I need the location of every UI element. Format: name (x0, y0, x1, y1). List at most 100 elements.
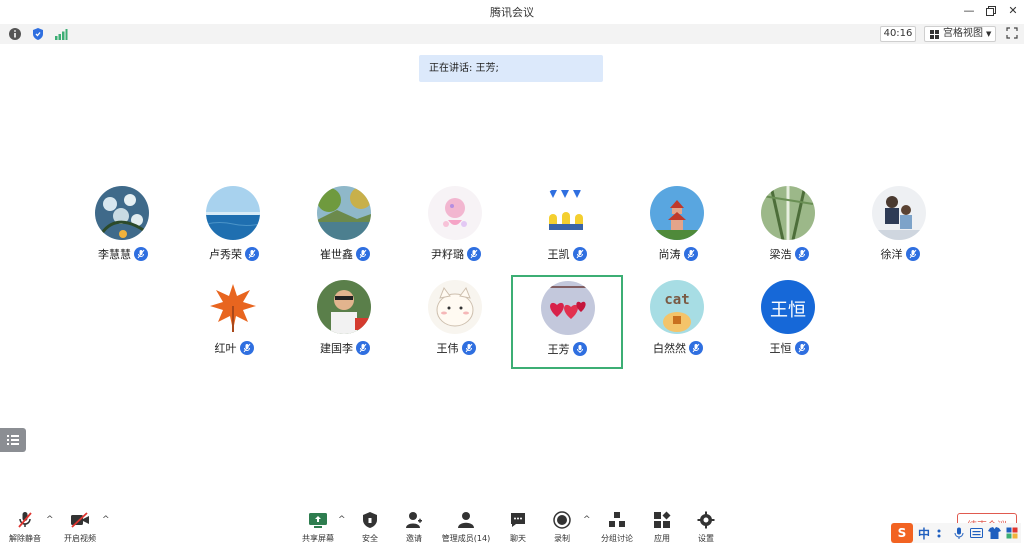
avatar-text: 王恒 (770, 300, 806, 321)
camera-off-icon (71, 512, 89, 528)
participant-name: 尚涛 (623, 246, 733, 262)
share-screen-label: 共享屏幕 (302, 534, 334, 543)
participant-tile[interactable]: 李慧慧 (68, 186, 178, 278)
chevron-up-icon[interactable]: ^ (583, 515, 591, 525)
share-screen-button[interactable]: 共享屏幕 (298, 511, 338, 545)
avatar: cat (650, 280, 704, 334)
participant-tile[interactable]: 卢秀荣 (179, 186, 289, 278)
chat-label: 聊天 (510, 534, 526, 543)
svg-text:cat: cat (664, 292, 689, 308)
invite-button[interactable]: 邀请 (400, 511, 428, 545)
avatar (539, 186, 593, 240)
meeting-toolbar: 40:16 宫格视图 ▼ (0, 24, 1024, 44)
mic-muted-icon (18, 512, 32, 528)
participant-name: 红叶 (179, 340, 289, 356)
chevron-up-icon[interactable]: ^ (46, 515, 54, 525)
avatar (872, 186, 926, 240)
member-list-toggle[interactable] (0, 428, 26, 452)
participant-name: 建国李 (290, 340, 400, 356)
ime-mode-toggle[interactable]: 中 (918, 525, 930, 542)
info-icon[interactable] (8, 27, 22, 41)
record-button[interactable]: 录制 (548, 511, 576, 545)
settings-button[interactable]: 设置 (692, 511, 720, 545)
participant-tile[interactable]: 王恒 王恒 (734, 280, 844, 372)
mic-icon (794, 341, 809, 355)
restore-icon[interactable] (980, 2, 1002, 20)
mic-icon (467, 247, 481, 261)
mic-icon (572, 247, 587, 261)
participant-tile-active-speaker[interactable]: 王芳 (511, 275, 623, 369)
shield-icon[interactable] (31, 27, 45, 41)
chevron-up-icon[interactable]: ^ (338, 515, 346, 525)
unmute-button[interactable]: 解除静音 (6, 511, 44, 545)
mic-icon (683, 247, 698, 261)
apps-button[interactable]: 应用 (648, 511, 676, 545)
participant-name: 李慧慧 (68, 246, 178, 262)
record-label: 录制 (554, 534, 570, 543)
avatar (541, 281, 595, 335)
signal-icon[interactable] (54, 27, 68, 41)
breakout-label: 分组讨论 (601, 534, 633, 543)
invite-label: 邀请 (406, 534, 422, 543)
mic-icon (689, 341, 703, 355)
window-title: 腾讯会议 (490, 6, 534, 19)
chat-button[interactable]: 聊天 (504, 511, 532, 545)
chevron-down-icon: ▼ (986, 30, 992, 38)
view-mode-dropdown[interactable]: 宫格视图 ▼ (924, 26, 996, 42)
bottom-control-bar: 解除静音 ^ 开启视频 ^ 共享屏幕 ^ 安全 邀请 管理成员(14) 聊天 录… (0, 505, 1024, 545)
skin-icon[interactable] (988, 527, 1001, 539)
speaking-indicator: 正在讲话: 王芳; (419, 55, 603, 82)
breakout-button[interactable]: 分组讨论 (598, 511, 636, 545)
participant-name: 崔世鑫 (290, 246, 400, 262)
mic-icon (461, 341, 476, 355)
chat-icon (511, 513, 525, 527)
participant-tile[interactable]: 红叶 (179, 280, 289, 372)
sogou-logo[interactable]: S (891, 523, 913, 543)
keyboard-icon[interactable] (970, 527, 983, 539)
toolbox-icon[interactable] (1006, 527, 1018, 539)
minimize-icon[interactable]: — (958, 2, 980, 20)
avatar (95, 186, 149, 240)
participant-tile[interactable]: 崔世鑫 (290, 186, 400, 278)
mic-icon (905, 247, 920, 261)
mic-icon (356, 341, 370, 355)
avatar (650, 186, 704, 240)
record-icon (553, 511, 571, 529)
breakout-icon (609, 512, 625, 527)
fullscreen-icon[interactable] (1006, 27, 1018, 39)
avatar (761, 186, 815, 240)
participant-tile[interactable]: cat 白然然 (623, 280, 733, 372)
unmute-label: 解除静音 (9, 534, 41, 543)
share-screen-icon (309, 513, 327, 528)
invite-user-icon (406, 512, 422, 528)
participant-tile[interactable]: 徐洋 (845, 186, 955, 278)
manage-members-button[interactable]: 管理成员(14) (440, 511, 492, 545)
participant-tile[interactable]: 梁浩 (734, 186, 844, 278)
participant-name: 徐洋 (845, 246, 955, 262)
view-mode-label: 宫格视图 (943, 28, 983, 39)
voice-input-icon[interactable] (953, 527, 965, 539)
participant-name: 王恒 (734, 340, 844, 356)
participant-tile[interactable]: 尹籽璐 (401, 186, 511, 278)
mic-icon (794, 247, 809, 261)
punctuation-icon[interactable] (936, 527, 948, 539)
close-icon[interactable]: ✕ (1002, 2, 1024, 20)
members-icon (458, 512, 474, 528)
start-video-button[interactable]: 开启视频 (60, 511, 100, 545)
participant-tile[interactable]: 建国李 (290, 280, 400, 372)
list-icon (7, 435, 19, 445)
title-bar: 腾讯会议 — ✕ (0, 0, 1024, 24)
ime-toolbar: S 中 (891, 523, 1021, 543)
security-label: 安全 (362, 534, 378, 543)
mic-icon (134, 247, 148, 261)
participant-tile[interactable]: 王凯 (512, 186, 622, 278)
participant-tile[interactable]: 王伟 (401, 280, 511, 372)
participant-name: 梁浩 (734, 246, 844, 262)
participant-name: 尹籽璐 (401, 246, 511, 262)
participant-tile[interactable]: 尚涛 (623, 186, 733, 278)
security-button[interactable]: 安全 (356, 511, 384, 545)
chevron-up-icon[interactable]: ^ (102, 515, 110, 525)
participant-name: 王凯 (512, 246, 622, 262)
avatar (428, 280, 482, 334)
gear-icon (697, 511, 715, 529)
